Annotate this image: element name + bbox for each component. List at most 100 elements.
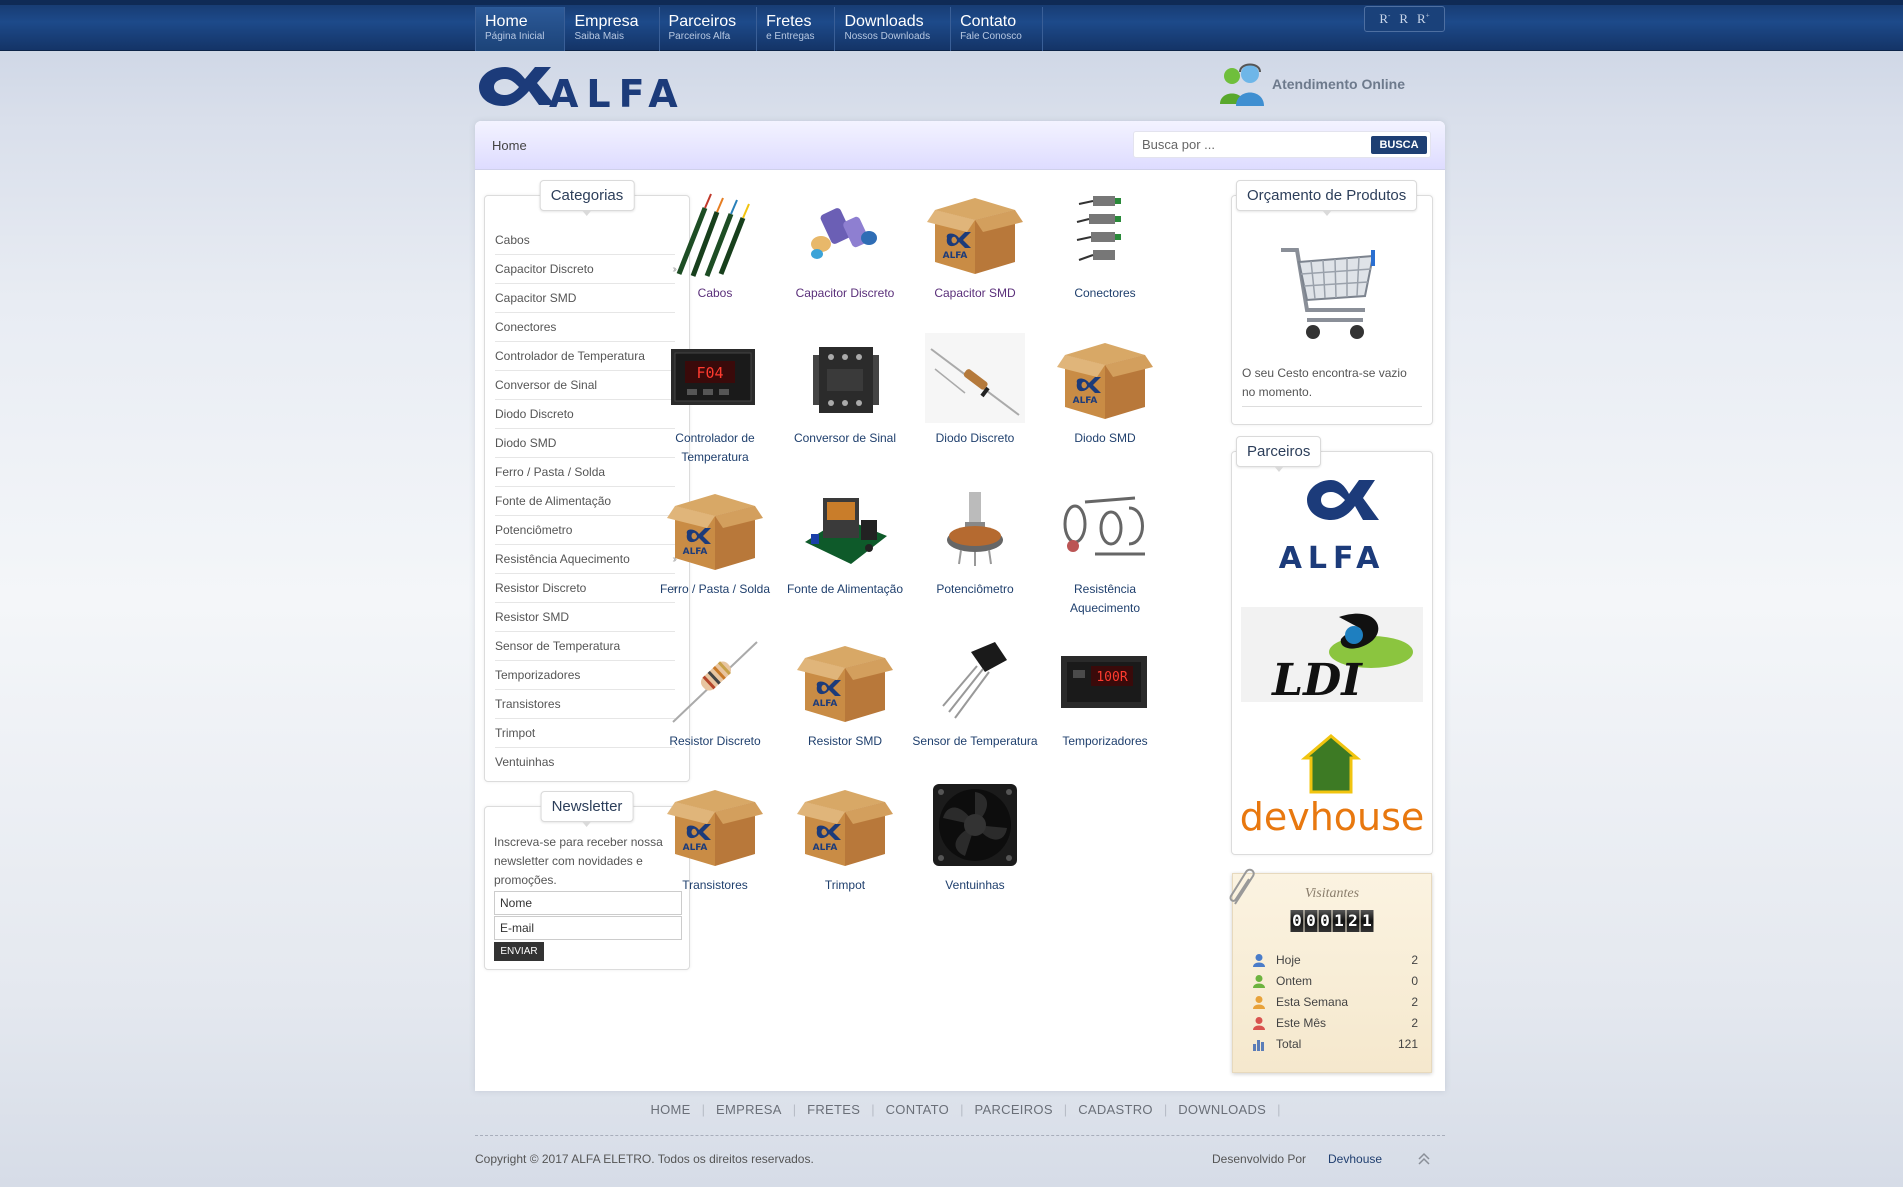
product-item[interactable]: Conectores (1040, 188, 1170, 303)
nav-item-contato[interactable]: Contato Fale Conosco (951, 7, 1043, 51)
product-label[interactable]: Resistor Discreto (650, 732, 780, 751)
capacitor-image[interactable] (795, 188, 895, 278)
timer-image[interactable]: 100R (1055, 636, 1155, 726)
alfa-box-image[interactable]: ALFA (665, 484, 765, 574)
product-item[interactable]: ALFA Capacitor SMD (910, 188, 1040, 303)
partners-title: Parceiros (1236, 436, 1322, 472)
copyright-text: Copyright © 2017 ALFA ELETRO. Todos os d… (475, 1152, 814, 1166)
svg-text:ALFA: ALFA (1279, 541, 1386, 574)
alfa-logo[interactable]: ALFA (475, 61, 763, 111)
alfa-box-image[interactable]: ALFA (795, 780, 895, 870)
user-icon (1253, 953, 1265, 967)
product-label[interactable]: Potenciômetro (910, 580, 1040, 599)
product-label[interactable]: Sensor de Temperatura (910, 732, 1040, 751)
visitors-widget: Visitantes 000121 Hoje 2 Ontem 0 Esta Semana… (1229, 868, 1432, 1073)
visitor-stat-value: 2 (1411, 952, 1418, 967)
support-agents-icon (1220, 63, 1264, 106)
cart-title: Orçamento de Produtos (1236, 180, 1418, 216)
product-item[interactable]: Sensor de Temperatura (910, 636, 1040, 751)
nav-item-title: Fretes (766, 13, 812, 30)
font-increase-button[interactable]: R+ (1417, 11, 1430, 27)
product-item[interactable]: ALFA Resistor SMD (780, 636, 910, 751)
product-item[interactable]: Capacitor Discreto (780, 188, 910, 303)
converter-image[interactable] (795, 333, 895, 423)
power-supply-image[interactable] (795, 484, 895, 574)
product-item[interactable]: Ventuinhas (910, 780, 1040, 895)
product-item[interactable]: F04 Controlador de Temperatura (650, 333, 780, 467)
alfa-box-image[interactable]: ALFA (665, 780, 765, 870)
product-label[interactable]: Diodo SMD (1040, 429, 1170, 448)
product-label[interactable]: Ventuinhas (910, 876, 1040, 895)
product-item[interactable]: Resistência Aquecimento (1040, 484, 1170, 618)
product-item[interactable]: ALFA Trimpot (780, 780, 910, 895)
nav-item-subtitle: Fale Conosco (960, 31, 1022, 42)
partner-devhouse-logo[interactable]: devhouse (1241, 734, 1423, 834)
alfa-box-image[interactable]: ALFA (1055, 333, 1155, 423)
product-label[interactable]: Conversor de Sinal (780, 429, 910, 448)
developer-link[interactable]: Devhouse (1328, 1152, 1382, 1166)
product-label[interactable]: Ferro / Pasta / Solda (650, 580, 780, 599)
visitor-stat-row: Este Mês 2 (1252, 1012, 1418, 1033)
online-support[interactable]: Atendimento Online (1218, 60, 1405, 108)
resistor-image[interactable] (665, 636, 765, 726)
user-icon (1253, 995, 1265, 1009)
product-label[interactable]: Diodo Discreto (910, 429, 1040, 448)
alfa-box-image[interactable]: ALFA (925, 188, 1025, 278)
connectors-image[interactable] (1055, 188, 1155, 278)
nav-item-parceiros[interactable]: Parceiros Parceiros Alfa (660, 7, 758, 51)
product-label[interactable]: Controlador de Temperatura (650, 429, 780, 467)
product-item[interactable]: Potenciômetro (910, 484, 1040, 599)
footer-link-fretes[interactable]: FRETES (796, 1102, 871, 1117)
product-label[interactable]: Capacitor SMD (910, 284, 1040, 303)
font-reset-button[interactable]: R (1399, 11, 1408, 27)
product-item[interactable]: ALFA Ferro / Pasta / Solda (650, 484, 780, 599)
nav-item-downloads[interactable]: Downloads Nossos Downloads (835, 7, 952, 51)
heater-image[interactable] (1055, 484, 1155, 574)
footer-link-contato[interactable]: CONTATO (875, 1102, 961, 1117)
partner-ldi-logo[interactable]: LDI (1241, 607, 1423, 702)
product-label[interactable]: Temporizadores (1040, 732, 1170, 751)
footer-link-empresa[interactable]: EMPRESA (705, 1102, 793, 1117)
fan-image[interactable] (925, 780, 1025, 870)
controller-image[interactable]: F04 (665, 333, 765, 423)
online-support-label: Atendimento Online (1272, 76, 1405, 92)
product-item[interactable]: 100R Temporizadores (1040, 636, 1170, 751)
back-to-top-icon[interactable] (1417, 1152, 1431, 1166)
potentiometer-image[interactable] (925, 484, 1025, 574)
footer-link-downloads[interactable]: DOWNLOADS (1167, 1102, 1277, 1117)
product-label[interactable]: Resistência Aquecimento (1040, 580, 1170, 618)
product-label[interactable]: Resistor SMD (780, 732, 910, 751)
product-item[interactable]: Fonte de Alimentação (780, 484, 910, 599)
product-item[interactable]: Diodo Discreto (910, 333, 1040, 448)
diode-image[interactable] (925, 333, 1025, 423)
font-decrease-button[interactable]: R- (1379, 11, 1390, 27)
product-label[interactable]: Conectores (1040, 284, 1170, 303)
product-label[interactable]: Cabos (650, 284, 780, 303)
product-label[interactable]: Trimpot (780, 876, 910, 895)
alfa-box-image[interactable]: ALFA (795, 636, 895, 726)
cables-image[interactable] (665, 188, 765, 278)
footer-link-cadastro[interactable]: CADASTRO (1067, 1102, 1164, 1117)
svg-text:LDI: LDI (1270, 655, 1363, 702)
partner-alfa-logo[interactable]: ALFA (1241, 474, 1423, 574)
product-item[interactable]: Conversor de Sinal (780, 333, 910, 448)
counter-digit: 0 (1290, 910, 1304, 932)
nav-item-empresa[interactable]: Empresa Saiba Mais (565, 7, 660, 51)
svg-text:ALFA: ALFA (683, 547, 708, 557)
nav-item-subtitle: Nossos Downloads (844, 31, 931, 42)
product-label[interactable]: Capacitor Discreto (780, 284, 910, 303)
product-label[interactable]: Fonte de Alimentação (780, 580, 910, 599)
visitor-stat-label: Ontem (1276, 973, 1313, 988)
nav-item-home[interactable]: Home Página Inicial (475, 7, 566, 51)
nav-item-subtitle: Parceiros Alfa (668, 31, 731, 42)
sensor-image[interactable] (925, 636, 1025, 726)
product-item[interactable]: Resistor Discreto (650, 636, 780, 751)
product-label[interactable]: Transistores (650, 876, 780, 895)
product-item[interactable]: Cabos (650, 188, 780, 303)
nav-item-fretes[interactable]: Fretes e Entregas (757, 7, 836, 51)
product-item[interactable]: ALFA Diodo SMD (1040, 333, 1170, 448)
product-item[interactable]: ALFA Transistores (650, 780, 780, 895)
visitor-stat-value: 2 (1411, 1015, 1418, 1030)
footer-link-home[interactable]: HOME (639, 1102, 701, 1117)
footer-link-parceiros[interactable]: PARCEIROS (963, 1102, 1063, 1117)
